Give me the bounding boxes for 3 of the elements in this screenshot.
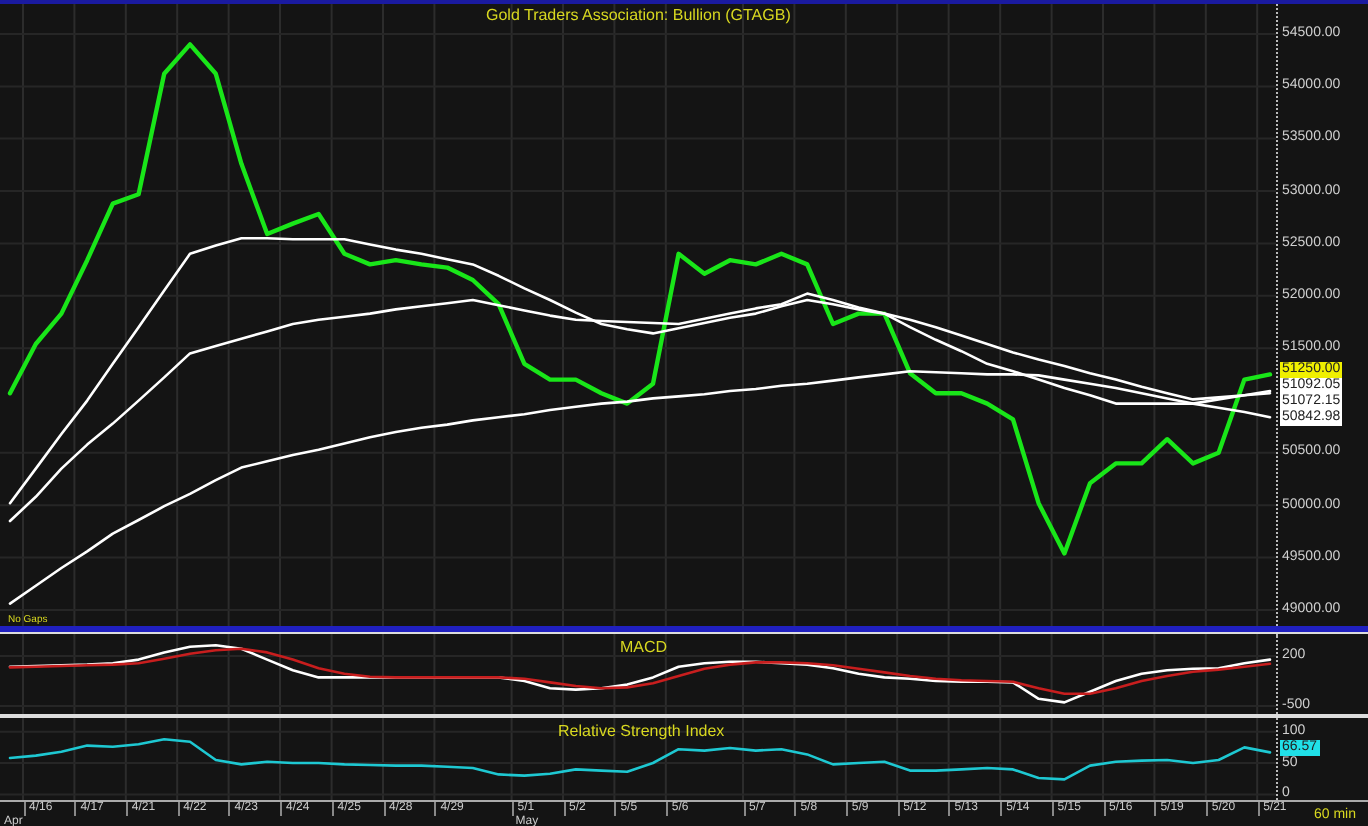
chart-title: MACD: [620, 638, 668, 656]
chart-title: Gold Traders Association: Bullion (GTAGB): [486, 6, 791, 24]
chart-title: Relative Strength Index: [558, 722, 725, 740]
